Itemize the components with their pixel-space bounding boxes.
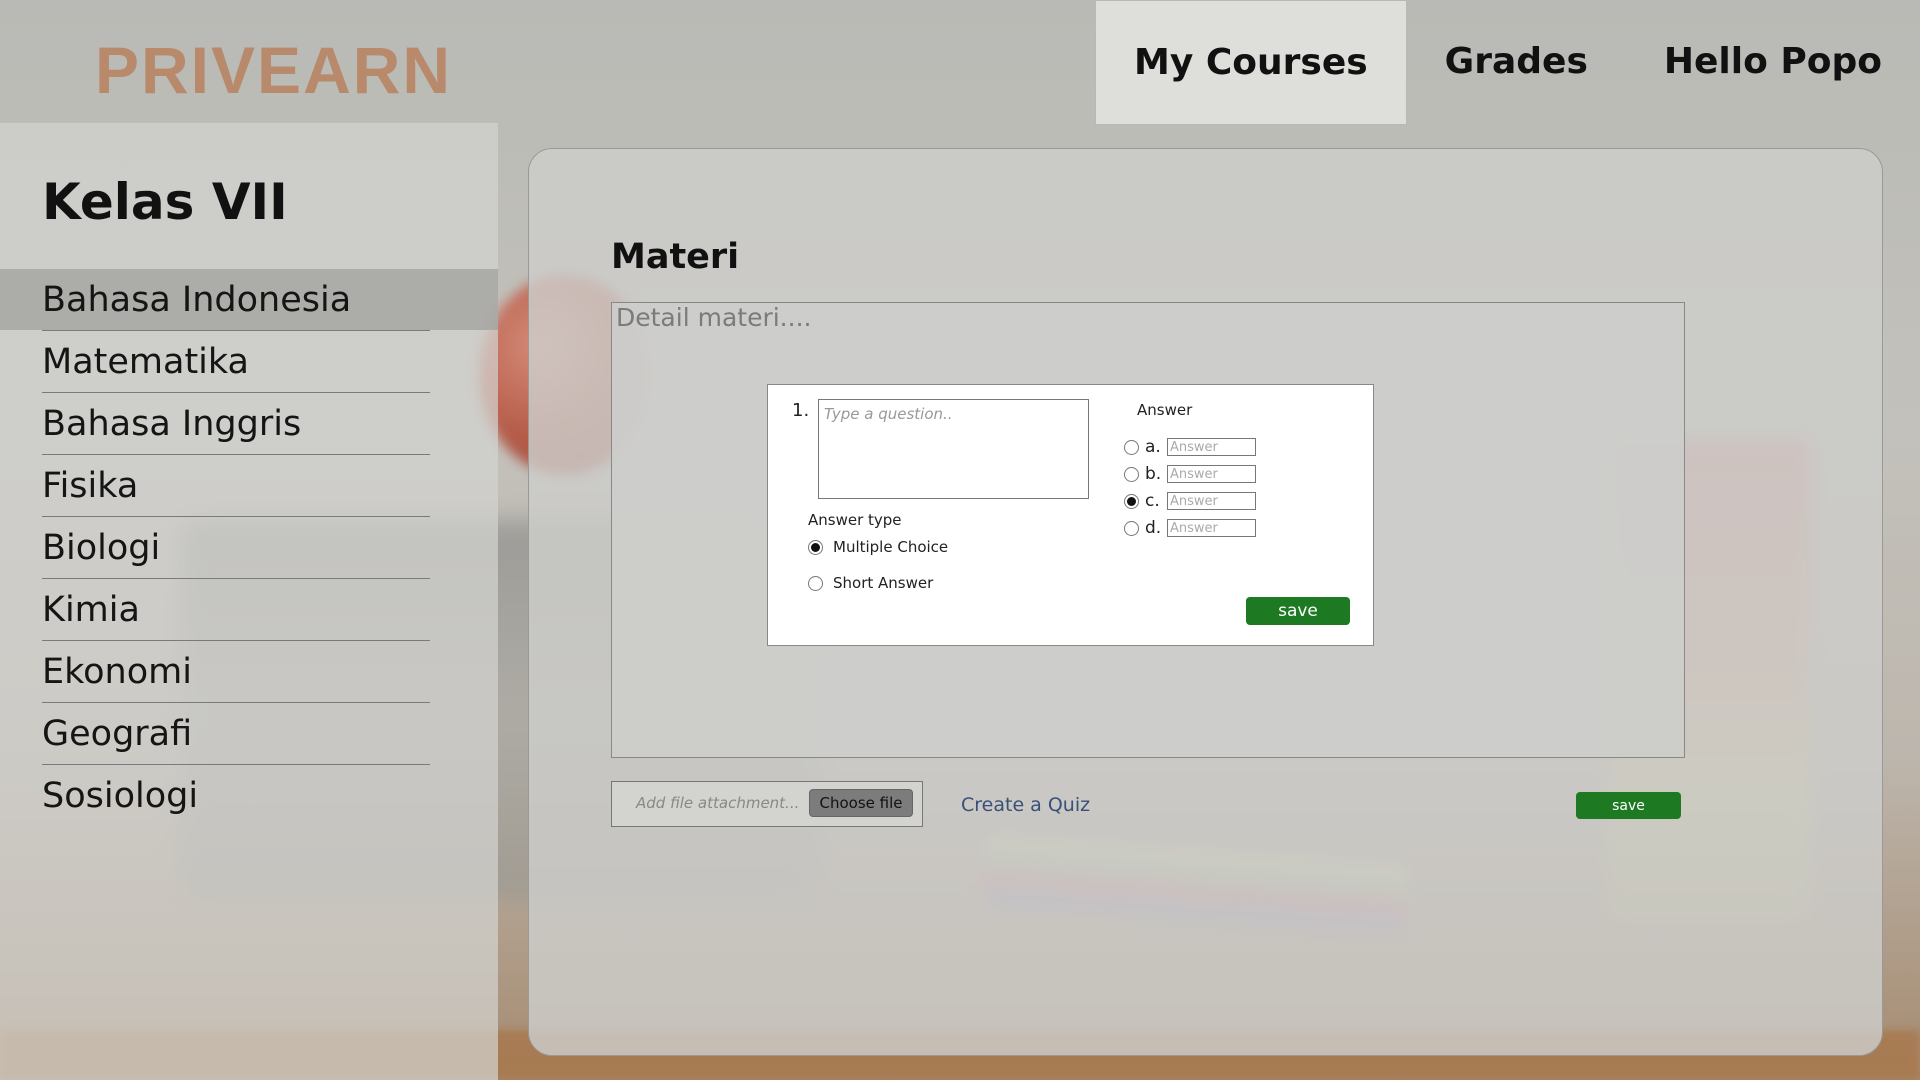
sidebar-item-label: Fisika [42, 465, 139, 506]
answer-input-b[interactable] [1167, 465, 1256, 483]
answer-input-c[interactable] [1167, 492, 1256, 510]
answer-input-a[interactable] [1167, 438, 1256, 456]
sidebar-item-bahasa-inggris[interactable]: Bahasa Inggris [0, 393, 498, 455]
sidebar-item-label: Geografi [42, 713, 193, 754]
sidebar-item-ekonomi[interactable]: Ekonomi [0, 641, 498, 703]
detail-placeholder: Detail materi.... [616, 303, 812, 332]
answer-option-c: c. [1124, 491, 1256, 511]
radio-unselected-icon [808, 575, 823, 591]
file-attachment-placeholder: Add file attachment... [636, 794, 800, 812]
question-number: 1. [792, 400, 810, 421]
radio-selected-icon [808, 539, 823, 555]
answer-letter: b. [1145, 464, 1162, 484]
sidebar-item-label: Biologi [42, 527, 161, 568]
answer-letter: d. [1145, 518, 1162, 538]
answer-type-label: Answer type [808, 511, 902, 529]
nav-grades[interactable]: Grades [1407, 0, 1626, 123]
sidebar-item-label: Sosiologi [42, 775, 199, 816]
top-nav: My Courses Grades Hello Popo [1095, 0, 1920, 125]
sidebar-item-kimia[interactable]: Kimia [0, 579, 498, 641]
save-button[interactable]: save [1576, 792, 1681, 819]
answer-type-multiple-choice[interactable]: Multiple Choice [808, 538, 948, 556]
sidebar: Kelas VII Bahasa Indonesia Matematika Ba… [0, 123, 498, 1080]
file-attachment-field: Add file attachment... Choose file [611, 781, 923, 827]
sidebar-item-biologi[interactable]: Biologi [0, 517, 498, 579]
sidebar-title: Kelas VII [42, 173, 288, 231]
answer-letter: a. [1145, 437, 1161, 457]
answer-radio-d[interactable] [1124, 520, 1139, 536]
main-panel: Materi Detail materi.... 1. Answer type … [528, 148, 1883, 1056]
page-title: Materi [611, 237, 740, 277]
answer-type-short-answer[interactable]: Short Answer [808, 574, 933, 592]
sidebar-item-label: Ekonomi [42, 651, 192, 692]
answer-option-b: b. [1124, 464, 1256, 484]
sidebar-item-bahasa-indonesia[interactable]: Bahasa Indonesia [0, 269, 498, 331]
sidebar-item-label: Bahasa Indonesia [42, 279, 352, 320]
choose-file-button[interactable]: Choose file [809, 789, 913, 817]
answer-option-d: d. [1124, 518, 1256, 538]
subject-list: Bahasa Indonesia Matematika Bahasa Inggr… [0, 269, 498, 827]
create-quiz-link[interactable]: Create a Quiz [961, 794, 1090, 816]
sidebar-item-label: Kimia [42, 589, 140, 630]
quiz-question-card: 1. Answer type Multiple Choice Short Ans… [767, 384, 1374, 646]
answer-label: Answer [1137, 401, 1193, 419]
logo[interactable]: PRIVEARN [95, 32, 452, 108]
answer-radio-b[interactable] [1124, 466, 1139, 482]
detail-materi-editor[interactable]: Detail materi.... 1. Answer type Multipl… [611, 302, 1685, 758]
sidebar-item-matematika[interactable]: Matematika [0, 331, 498, 393]
answer-option-a: a. [1124, 437, 1256, 457]
answer-radio-c[interactable] [1124, 493, 1139, 509]
sidebar-item-label: Matematika [42, 341, 249, 382]
nav-my-courses[interactable]: My Courses [1095, 0, 1407, 125]
answer-input-d[interactable] [1167, 519, 1256, 537]
sidebar-item-label: Bahasa Inggris [42, 403, 302, 444]
answer-radio-a[interactable] [1124, 439, 1139, 455]
answer-type-option-label: Short Answer [833, 574, 934, 592]
quiz-save-button[interactable]: save [1246, 597, 1350, 625]
answer-letter: c. [1145, 491, 1160, 511]
answer-type-option-label: Multiple Choice [833, 538, 949, 556]
question-input[interactable] [818, 399, 1089, 499]
sidebar-item-fisika[interactable]: Fisika [0, 455, 498, 517]
sidebar-item-sosiologi[interactable]: Sosiologi [0, 765, 498, 826]
nav-user-greeting[interactable]: Hello Popo [1626, 0, 1920, 123]
sidebar-item-geografi[interactable]: Geografi [0, 703, 498, 765]
